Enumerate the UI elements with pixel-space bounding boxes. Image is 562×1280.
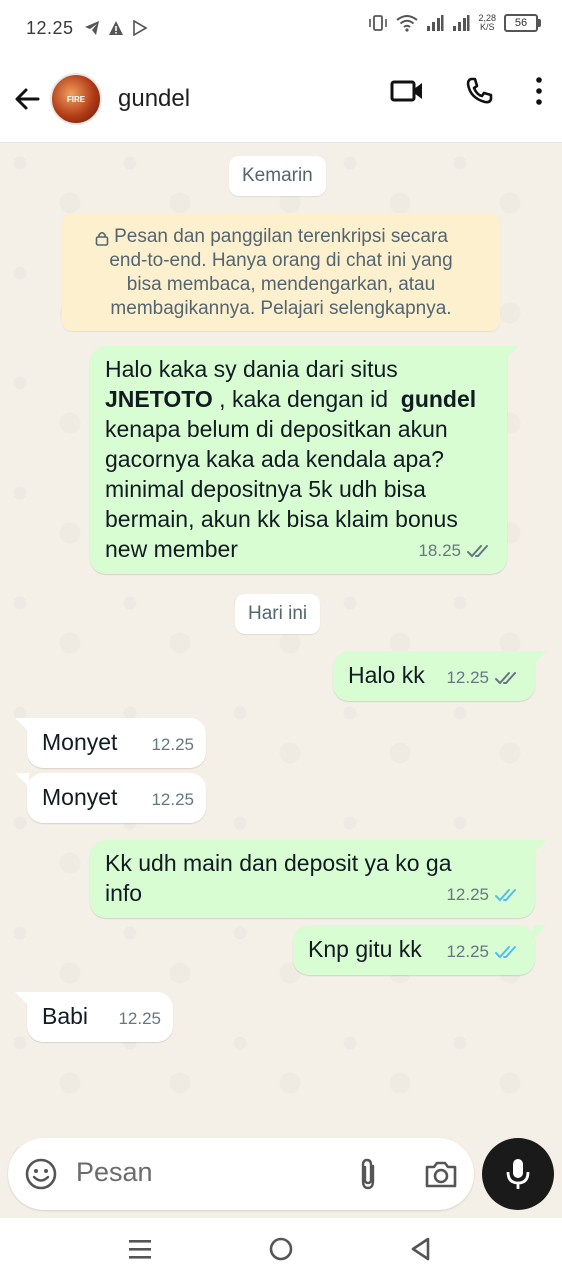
voice-call-icon[interactable] [464, 76, 494, 106]
message-meta: 12.25 [446, 663, 521, 693]
delivered-ticks-icon [467, 545, 488, 558]
date-chip-yesterday: Kemarin [229, 156, 326, 196]
status-bar: 12.25 2,28 K/S 56 [0, 0, 562, 56]
signal-icon [427, 15, 444, 31]
nav-home-icon[interactable] [268, 1236, 294, 1262]
message-text-part: Halo kaka sy dania dari situs [105, 356, 398, 382]
battery-indicator: 56 [504, 14, 541, 32]
message-meta: 12.25 [151, 785, 194, 815]
signal-icon-2 [453, 15, 470, 31]
lock-icon [95, 231, 109, 246]
video-call-icon[interactable] [390, 77, 424, 105]
notification-icons [84, 20, 148, 36]
message-outgoing[interactable]: Halo kaka sy dania dari situs JNETOTO , … [90, 346, 519, 574]
message-meta: 18.25 [418, 536, 493, 566]
delivered-ticks-icon [495, 672, 516, 685]
camera-icon[interactable] [424, 1159, 458, 1189]
sticker-icon[interactable] [24, 1157, 58, 1191]
chat-header: FIRE gundel [0, 56, 562, 143]
system-nav-bar [0, 1218, 562, 1280]
message-time: 18.25 [418, 541, 461, 560]
header-actions [390, 76, 544, 106]
message-text: Kk udh main dan deposit ya ko ga info [105, 850, 452, 906]
chat-area[interactable]: Kemarin Pesan dan panggilan terenkripsi … [0, 143, 562, 1218]
read-ticks-icon [495, 946, 516, 959]
message-time: 12.25 [151, 790, 194, 809]
read-ticks-icon [495, 889, 516, 902]
message-text: Halo kk [348, 662, 425, 688]
avatar[interactable]: FIRE [50, 73, 102, 125]
message-outgoing[interactable]: Kk udh main dan deposit ya ko ga info 12… [90, 840, 547, 918]
message-time: 12.25 [118, 1009, 161, 1028]
message-text: Babi [42, 1003, 89, 1029]
message-text-part: , kaka dengan id [212, 386, 401, 412]
back-arrow-icon [15, 88, 40, 110]
message-text: Halo kaka sy dania dari situs JNETOTO , … [105, 346, 507, 564]
message-incoming[interactable]: Monyet 12.25 [15, 718, 206, 768]
telegram-icon [84, 21, 99, 35]
nav-back-icon[interactable] [408, 1236, 432, 1262]
play-store-icon [132, 20, 148, 36]
message-text: Monyet [42, 729, 118, 755]
message-text: Knp gitu kk [308, 936, 422, 962]
attach-icon[interactable] [356, 1157, 380, 1191]
message-meta: 12.25 [446, 937, 521, 967]
contact-name[interactable]: gundel [118, 85, 190, 113]
mic-icon [506, 1159, 530, 1189]
more-menu-icon[interactable] [534, 76, 544, 106]
message-time: 12.25 [446, 668, 489, 687]
message-text: Monyet [42, 784, 118, 810]
message-text-part: kenapa belum di depositkan akun gacornya… [105, 416, 458, 562]
avatar-text: FIRE [66, 94, 86, 104]
message-bold-id: gundel [400, 386, 477, 412]
message-incoming[interactable]: Babi 12.25 [15, 992, 173, 1042]
nav-menu-icon[interactable] [128, 1238, 154, 1260]
message-time: 12.25 [446, 942, 489, 961]
system-icons: 2,28 K/S 56 [368, 14, 541, 32]
message-meta: 12.25 [151, 730, 194, 760]
wifi-icon [396, 15, 419, 32]
message-time: 12.25 [446, 885, 489, 904]
encryption-text: Pesan dan panggilan terenkripsi secara e… [109, 226, 453, 319]
message-incoming[interactable]: Monyet 12.25 [15, 773, 206, 823]
message-meta: 12.25 [446, 880, 521, 910]
message-outgoing[interactable]: Halo kk 12.25 [333, 651, 547, 701]
encryption-notice[interactable]: Pesan dan panggilan terenkripsi secara e… [62, 213, 500, 331]
message-outgoing[interactable]: Knp gitu kk 12.25 [293, 925, 547, 975]
message-input[interactable]: Pesan [76, 1157, 153, 1188]
date-chip-today: Hari ini [235, 594, 321, 634]
mic-button[interactable] [482, 1138, 554, 1210]
vibrate-icon [369, 15, 388, 31]
message-meta: 12.25 [118, 1004, 161, 1034]
message-bold-site: JNETOTO [105, 386, 213, 412]
net-speed: 2,28 K/S [478, 14, 496, 32]
message-input-bar[interactable]: Pesan [8, 1138, 474, 1210]
warning-icon [108, 21, 123, 35]
status-time: 12.25 [26, 17, 74, 38]
message-time: 12.25 [151, 735, 194, 754]
back-button[interactable] [10, 82, 44, 116]
net-speed-unit: K/S [479, 22, 495, 32]
